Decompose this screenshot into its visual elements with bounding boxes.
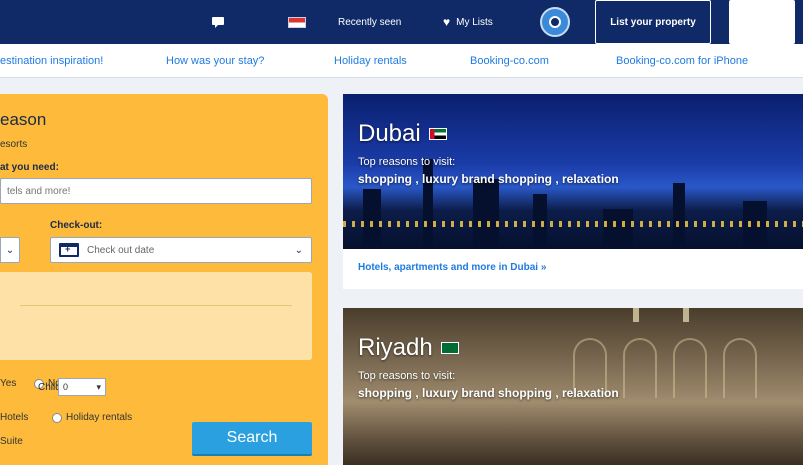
register-button[interactable]: Register: [729, 0, 795, 44]
destination-label: at you need:: [0, 162, 59, 173]
destination-input[interactable]: [0, 178, 312, 204]
dubai-reasons-list: shopping , luxury brand shopping , relax…: [358, 172, 619, 186]
nav-booking-co-iphone[interactable]: Booking-co.com for iPhone: [616, 44, 748, 78]
top-header: Recently seen ♥ My Lists List your prope…: [0, 0, 803, 44]
chandelier-decoration: [633, 308, 639, 322]
suite-label: Suite: [0, 436, 23, 447]
sub-navigation: estination inspiration! How was your sta…: [0, 44, 803, 78]
chevron-down-icon: ⌄: [294, 244, 303, 256]
dropdown-arrow-icon: ▾: [96, 381, 101, 392]
language-flag-icon[interactable]: [288, 0, 306, 44]
calendar-icon: [59, 243, 79, 257]
panel-title: eason: [0, 110, 47, 129]
account-avatar[interactable]: [540, 0, 570, 44]
search-panel: eason esorts at you need: ⌄ Check-out: C…: [0, 94, 328, 465]
child-count-select[interactable]: 0 ▾: [58, 378, 106, 396]
saudi-flag-icon: [440, 342, 459, 354]
radio-holiday-rentals[interactable]: [52, 412, 62, 423]
destination-card-dubai[interactable]: Dubai Top reasons to visit: shopping , l…: [343, 94, 803, 289]
dubai-hotels-link[interactable]: Hotels, apartments and more in Dubai »: [358, 262, 546, 273]
destination-card-riyadh[interactable]: Riyadh Top reasons to visit: shopping , …: [343, 308, 803, 465]
my-lists-label: My Lists: [456, 16, 493, 28]
holiday-rentals-label: Holiday rentals: [66, 412, 133, 423]
nav-how-was-your-stay[interactable]: How was your stay?: [166, 44, 264, 78]
chandelier-decoration: [683, 308, 689, 322]
type-hotels[interactable]: Hotels: [0, 412, 28, 423]
dubai-hero-image[interactable]: Dubai Top reasons to visit: shopping , l…: [343, 94, 803, 249]
nav-destination-inspiration[interactable]: estination inspiration!: [0, 44, 103, 78]
type-holiday-rentals[interactable]: Holiday rentals: [52, 412, 132, 423]
search-button[interactable]: Search: [192, 422, 312, 456]
chat-icon[interactable]: [210, 0, 226, 44]
recently-seen-link[interactable]: Recently seen: [338, 0, 401, 44]
checkin-dropdown[interactable]: ⌄: [0, 237, 20, 263]
riyadh-hero-image[interactable]: Riyadh Top reasons to visit: shopping , …: [343, 308, 803, 465]
city-lights: [343, 221, 803, 227]
riyadh-city-name: Riyadh: [358, 334, 433, 361]
heart-icon: ♥: [443, 15, 451, 29]
my-lists-link[interactable]: ♥ My Lists: [443, 0, 493, 44]
dubai-city-heading: Dubai: [358, 120, 447, 148]
nav-booking-co[interactable]: Booking-co.com: [470, 44, 549, 78]
checkout-label: Check-out:: [50, 220, 103, 231]
yes-label: Yes: [0, 378, 17, 389]
child-count-value: 0: [63, 382, 69, 392]
riyadh-reasons-list: shopping , luxury brand shopping , relax…: [358, 386, 619, 400]
dubai-reasons-title: Top reasons to visit:: [358, 156, 456, 168]
checkout-date-field[interactable]: Check out date ⌄: [50, 237, 312, 263]
nav-holiday-rentals[interactable]: Holiday rentals: [334, 44, 407, 78]
search-options: Yes No Hotels Holiday rentals Suite: [0, 272, 312, 447]
hotels-label: Hotels: [0, 412, 29, 423]
panel-subtitle: esorts: [0, 139, 28, 150]
list-property-button[interactable]: List your property: [595, 0, 711, 44]
work-trip-yes[interactable]: Yes: [0, 378, 16, 389]
dubai-city-name: Dubai: [358, 120, 421, 147]
options-divider: [20, 305, 292, 306]
riyadh-reasons-title: Top reasons to visit:: [358, 370, 456, 382]
riyadh-city-heading: Riyadh: [358, 334, 459, 362]
checkout-placeholder: Check out date: [87, 244, 155, 256]
uae-flag-icon: [428, 128, 447, 140]
chevron-down-icon: ⌄: [5, 244, 15, 256]
type-suite[interactable]: Suite: [0, 436, 23, 447]
avatar-icon: [540, 7, 570, 37]
